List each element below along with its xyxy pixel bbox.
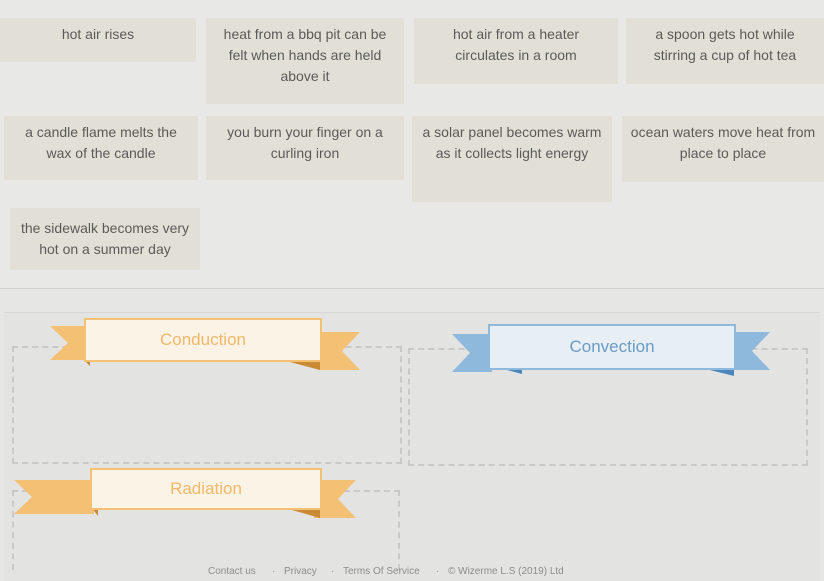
draggable-card[interactable]: a solar panel becomes warm as it collect… — [412, 116, 612, 202]
terms-link[interactable]: Terms Of Service — [343, 566, 420, 577]
contact-link[interactable]: Contact us — [208, 566, 256, 577]
draggable-card[interactable]: hot air from a heater circulates in a ro… — [414, 18, 618, 84]
copyright-text: © Wizerme L.S (2019) Ltd — [448, 566, 564, 577]
draggable-card[interactable]: hot air rises — [0, 18, 196, 62]
footer-separator: · — [272, 566, 276, 577]
draggable-card[interactable]: the sidewalk becomes very hot on a summe… — [10, 208, 200, 270]
footer-separator: · — [331, 566, 335, 577]
draggable-card[interactable]: you burn your finger on a curling iron — [206, 116, 404, 180]
draggable-card[interactable]: heat from a bbq pit can be felt when han… — [206, 18, 404, 104]
footer: Contact us · Privacy · Terms Of Service … — [0, 560, 824, 580]
draggable-card[interactable]: a candle flame melts the wax of the cand… — [4, 116, 198, 180]
conduction-ribbon: Conduction — [50, 316, 360, 374]
draggable-card[interactable]: ocean waters move heat from place to pla… — [622, 116, 824, 182]
convection-label: Convection — [488, 324, 736, 370]
radiation-label: Radiation — [90, 468, 322, 510]
conduction-label: Conduction — [84, 318, 322, 362]
convection-ribbon: Convection — [452, 320, 770, 378]
draggable-card[interactable]: a spoon gets hot while stirring a cup of… — [626, 18, 824, 84]
privacy-link[interactable]: Privacy — [284, 566, 317, 577]
radiation-ribbon: Radiation — [14, 464, 356, 522]
footer-separator: · — [436, 566, 440, 577]
cards-pool: hot air rises heat from a bbq pit can be… — [0, 0, 824, 289]
